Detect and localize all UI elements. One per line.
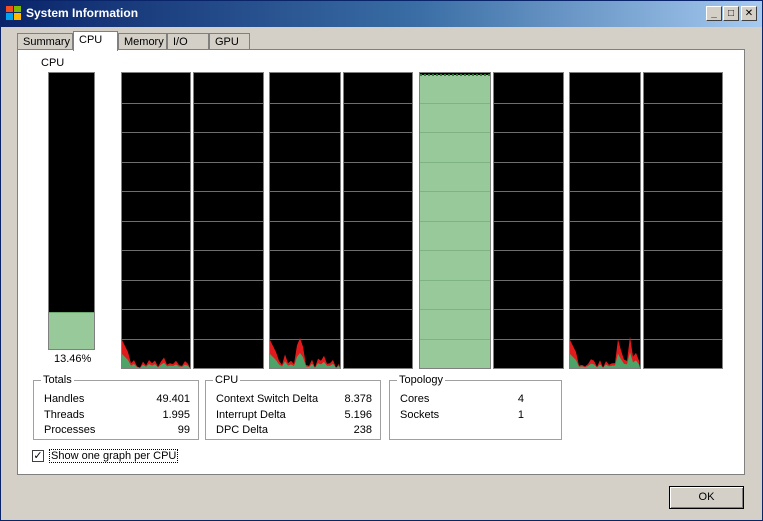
context-switch-label: Context Switch Delta [216, 393, 319, 405]
show-one-graph-per-cpu-checkbox[interactable]: ✓ [32, 450, 44, 462]
maximize-button[interactable]: □ [723, 6, 739, 21]
cpu-graph-8 [643, 72, 723, 369]
cores-label: Cores [400, 393, 430, 405]
cpu-section-title: CPU [41, 57, 65, 69]
cpu-graph-1 [121, 72, 191, 369]
cpu-usage-percent: 13.46% [54, 353, 92, 365]
cpu-usage-bar-fill [49, 311, 94, 349]
context-switch-value: 8.378 [344, 393, 372, 405]
handles-row: Handles 49.401 [44, 393, 190, 405]
sockets-row: Sockets 1 [400, 409, 524, 421]
interrupt-value: 5.196 [344, 409, 372, 421]
cpu-usage-bar [48, 72, 95, 350]
handles-label: Handles [44, 393, 85, 405]
cpu-graph-3 [269, 72, 341, 369]
totals-title: Totals [41, 374, 74, 386]
cores-value: 4 [517, 393, 524, 405]
cpu-graph-2 [193, 72, 264, 369]
processes-value: 99 [177, 424, 190, 436]
cpu-stats-group: CPU Context Switch Delta 8.378 Interrupt… [205, 374, 381, 440]
close-button[interactable]: ✕ [741, 6, 757, 21]
topology-title: Topology [397, 374, 446, 386]
tab-io[interactable]: I/O [167, 33, 209, 50]
kernel-time-area [122, 340, 190, 368]
dpc-label: DPC Delta [216, 424, 268, 436]
title-bar[interactable]: System Information _ □ ✕ [1, 1, 762, 27]
handles-value: 49.401 [156, 393, 190, 405]
interrupt-label: Interrupt Delta [216, 409, 286, 421]
context-switch-row: Context Switch Delta 8.378 [216, 393, 372, 405]
tab-gpu[interactable]: GPU [209, 33, 250, 50]
threads-row: Threads 1.995 [44, 409, 190, 421]
cpu-stats-title: CPU [213, 374, 241, 386]
cpu-graph-7 [569, 72, 641, 369]
tab-cpu[interactable]: CPU [73, 31, 118, 51]
tab-memory[interactable]: Memory [118, 33, 167, 50]
minimize-button[interactable]: _ [706, 6, 722, 21]
window-title: System Information [26, 6, 139, 20]
sockets-value: 1 [517, 409, 524, 421]
dpc-row: DPC Delta 238 [216, 424, 372, 436]
cpu-tab-panel: CPU 13.46% Totals Handles 49.401 Threads… [17, 49, 745, 475]
processes-label: Processes [44, 424, 96, 436]
ok-button[interactable]: OK [669, 486, 744, 509]
cores-row: Cores 4 [400, 393, 524, 405]
show-one-graph-per-cpu-label[interactable]: Show one graph per CPU [49, 449, 179, 463]
tab-summary[interactable]: Summary [17, 33, 73, 50]
topology-group: Topology Cores 4 Sockets 1 [389, 374, 562, 440]
dpc-value: 238 [353, 424, 372, 436]
threads-value: 1.995 [162, 409, 190, 421]
processes-row: Processes 99 [44, 424, 190, 436]
interrupt-row: Interrupt Delta 5.196 [216, 409, 372, 421]
system-information-window: System Information _ □ ✕ Summary CPU Mem… [0, 0, 763, 521]
threads-label: Threads [44, 409, 85, 421]
cpu-graph-5 [419, 72, 491, 369]
sockets-label: Sockets [400, 409, 440, 421]
cpu-graph-4 [343, 72, 413, 369]
cpu-graph-6 [493, 72, 564, 369]
windows-logo-icon [6, 6, 21, 20]
totals-group: Totals Handles 49.401 Threads 1.995 Proc… [33, 374, 199, 440]
